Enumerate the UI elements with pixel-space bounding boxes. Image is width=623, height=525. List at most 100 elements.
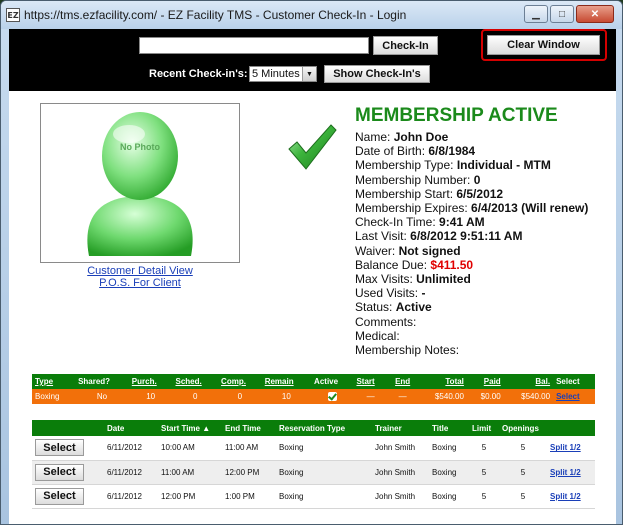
- col-title[interactable]: Title: [429, 420, 469, 436]
- waiver-row: Waiver: Not signed: [355, 243, 461, 258]
- member-type-row: Membership Type: Individual - MTM: [355, 158, 551, 173]
- last-visit-row: Last Visit: 6/8/2012 9:51:11 AM: [355, 229, 523, 244]
- reservation-select-button[interactable]: Select: [35, 463, 84, 481]
- reservation-title: Boxing: [429, 484, 469, 509]
- packages-header-row: Type Shared? Purch. Sched. Comp. Remain …: [32, 374, 595, 389]
- reservation-type: Boxing: [276, 436, 372, 461]
- col-end-time[interactable]: End Time: [222, 420, 276, 436]
- reservation-type: Boxing: [276, 460, 372, 485]
- col-start[interactable]: Start: [353, 374, 388, 389]
- max-visits-row: Max Visits: Unlimited: [355, 272, 471, 287]
- col-select-button: [32, 420, 104, 436]
- col-limit[interactable]: Limit: [469, 420, 499, 436]
- col-split: [547, 420, 595, 436]
- member-info: Name: John Doe Date of Birth: 6/8/1984 M…: [355, 130, 588, 357]
- chevron-down-icon[interactable]: ▼: [302, 67, 316, 81]
- active-check-icon: [327, 392, 337, 402]
- show-checkins-button[interactable]: Show Check-In's: [324, 65, 430, 83]
- col-type[interactable]: Type: [32, 374, 76, 389]
- package-row: Boxing No 10 0 0 10 — — $540.00 $0.00 $5…: [32, 389, 595, 404]
- reservation-title: Boxing: [429, 460, 469, 485]
- reservation-split-cell: Split 1/2: [547, 460, 595, 485]
- reservation-split-cell: Split 1/2: [547, 436, 595, 461]
- reservation-row: Select 6/11/2012 10:00 AM 11:00 AM Boxin…: [32, 436, 595, 461]
- reservation-openings: 5: [499, 484, 547, 509]
- col-sched[interactable]: Sched.: [172, 374, 219, 389]
- member-start-row: Membership Start: 6/5/2012: [355, 186, 504, 201]
- package-sched: 0: [172, 389, 219, 404]
- check-in-button[interactable]: Check-In: [373, 36, 438, 55]
- col-paid[interactable]: Paid: [466, 374, 504, 389]
- recent-checkins-label: Recent Check-in's:: [149, 68, 248, 80]
- reservation-trainer: John Smith: [372, 484, 429, 509]
- reservation-openings: 5: [499, 436, 547, 461]
- col-remain[interactable]: Remain: [261, 374, 312, 389]
- col-openings[interactable]: Openings: [499, 420, 547, 436]
- reservation-limit: 5: [469, 436, 499, 461]
- split-link[interactable]: Split 1/2: [550, 492, 581, 501]
- col-purch[interactable]: Purch.: [128, 374, 173, 389]
- col-reservation-type[interactable]: Reservation Type: [276, 420, 372, 436]
- reservation-limit: 5: [469, 460, 499, 485]
- package-bal: $540.00: [503, 389, 554, 404]
- recent-checkins-select[interactable]: 5 Minutes ▼: [249, 66, 317, 82]
- reservation-select-button[interactable]: Select: [35, 487, 84, 505]
- checkin-page: Check-In Clear Window Recent Check-in's:…: [9, 29, 616, 524]
- reservation-select-button[interactable]: Select: [35, 439, 84, 457]
- reservation-trainer: John Smith: [372, 460, 429, 485]
- reservation-split-cell: Split 1/2: [547, 484, 595, 509]
- member-name-row: Name: John Doe: [355, 130, 449, 144]
- customer-detail-view-link[interactable]: Customer Detail View: [40, 265, 240, 277]
- maximize-button[interactable]: □: [550, 5, 574, 23]
- reservation-row: Select 6/11/2012 11:00 AM 12:00 PM Boxin…: [32, 460, 595, 485]
- membership-status-title: MEMBERSHIP ACTIVE: [355, 105, 558, 126]
- window-title: https://tms.ezfacility.com/ - EZ Facilit…: [24, 8, 407, 22]
- reservation-start: 12:00 PM: [158, 484, 222, 509]
- reservation-openings: 5: [499, 460, 547, 485]
- clear-window-button[interactable]: Clear Window: [487, 35, 600, 55]
- col-date[interactable]: Date: [104, 420, 158, 436]
- col-bal[interactable]: Bal.: [503, 374, 554, 389]
- reservation-end: 11:00 AM: [222, 436, 276, 461]
- checkin-toolbar: Check-In Clear Window Recent Check-in's:…: [9, 29, 616, 91]
- title-bar[interactable]: EZ https://tms.ezfacility.com/ - EZ Faci…: [1, 1, 622, 29]
- member-expires-row: Membership Expires: 6/4/2013 (Will renew…: [355, 201, 589, 216]
- close-button[interactable]: ✕: [576, 5, 614, 23]
- package-total: $540.00: [417, 389, 467, 404]
- col-total[interactable]: Total: [417, 374, 467, 389]
- split-link[interactable]: Split 1/2: [550, 468, 581, 477]
- browser-window: EZ https://tms.ezfacility.com/ - EZ Faci…: [0, 0, 623, 525]
- col-trainer[interactable]: Trainer: [372, 420, 429, 436]
- balance-due-row: Balance Due: $411.50: [355, 257, 474, 272]
- checkmark-icon: [288, 124, 337, 170]
- reservation-end: 12:00 PM: [222, 460, 276, 485]
- package-end: —: [387, 389, 418, 404]
- minimize-button[interactable]: ▁: [524, 5, 548, 23]
- person-placeholder-icon: No Photo: [87, 112, 193, 256]
- package-purch: 10: [128, 389, 173, 404]
- col-comp[interactable]: Comp.: [218, 374, 262, 389]
- col-end[interactable]: End: [387, 374, 418, 389]
- col-active: Active: [311, 374, 354, 389]
- reservation-select-cell: Select: [32, 484, 104, 509]
- package-paid: $0.00: [466, 389, 504, 404]
- comments-row: Comments:: [355, 314, 417, 329]
- reservation-date: 6/11/2012: [104, 436, 158, 461]
- used-visits-row: Used Visits: -: [355, 286, 426, 301]
- package-select-link[interactable]: Select: [556, 392, 580, 401]
- membership-notes-row: Membership Notes:: [355, 343, 460, 358]
- reservation-select-cell: Select: [32, 436, 104, 461]
- app-icon: EZ: [6, 8, 20, 22]
- member-search-input[interactable]: [139, 37, 369, 54]
- split-link[interactable]: Split 1/2: [550, 443, 581, 452]
- checkin-time-row: Check-In Time: 9:41 AM: [355, 215, 485, 230]
- package-active: [311, 389, 354, 404]
- window-controls: ▁ □ ✕: [524, 5, 614, 23]
- col-start-time[interactable]: Start Time ▲: [158, 420, 222, 436]
- recent-checkins-value: 5 Minutes: [252, 68, 300, 80]
- reservation-start: 11:00 AM: [158, 460, 222, 485]
- member-number-row: Membership Number: 0: [355, 172, 481, 187]
- reservations-table: Date Start Time ▲ End Time Reservation T…: [32, 420, 595, 509]
- pos-for-client-link[interactable]: P.O.S. For Client: [40, 277, 240, 289]
- reservation-type: Boxing: [276, 484, 372, 509]
